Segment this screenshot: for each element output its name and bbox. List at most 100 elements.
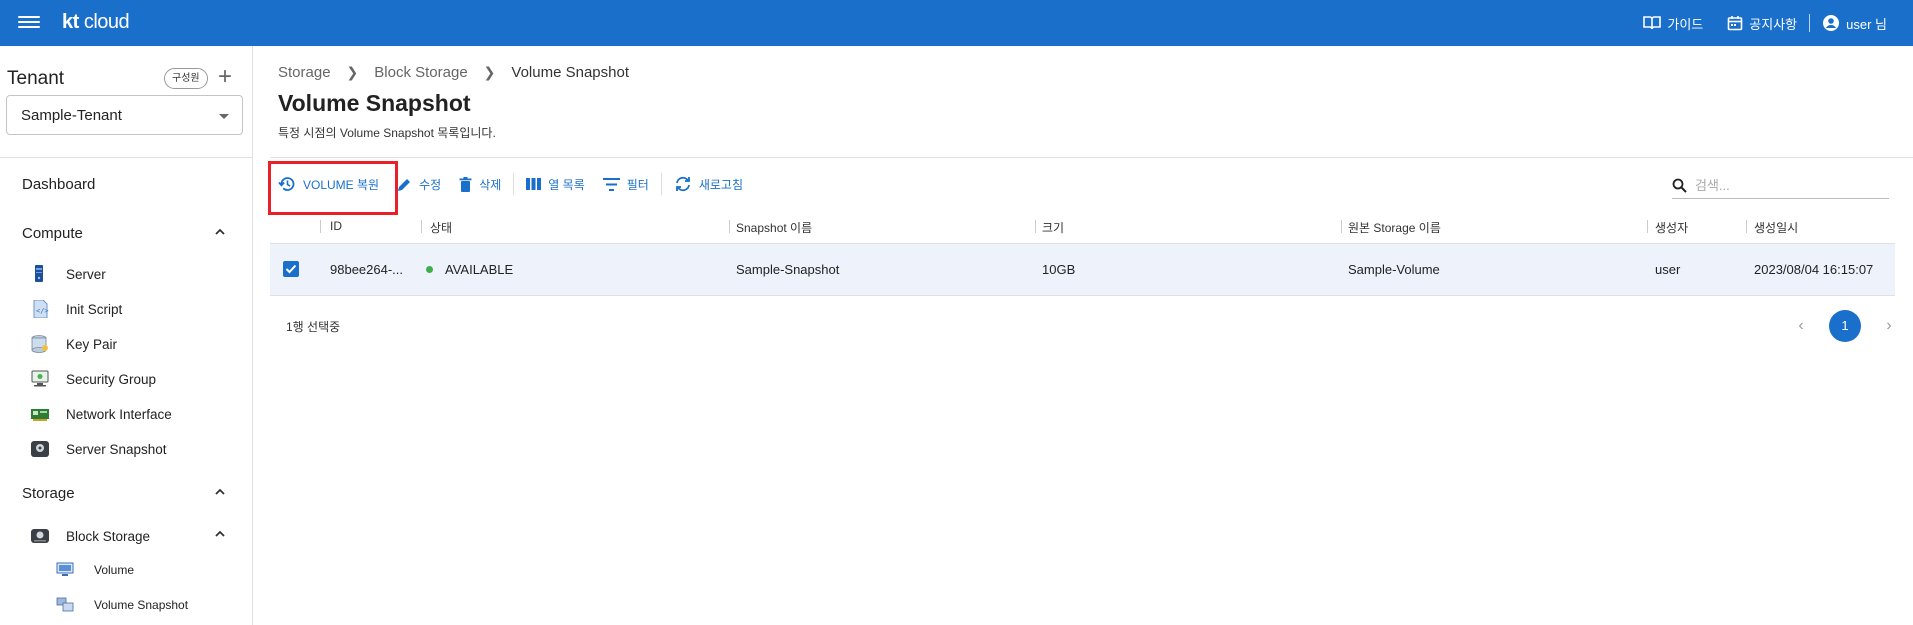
column-header-status[interactable]: 상태 [430,219,452,236]
add-tenant-icon[interactable]: + [218,64,232,90]
search-input[interactable] [1695,177,1875,193]
breadcrumb-storage[interactable]: Storage [278,64,331,81]
next-page-icon[interactable]: › [1883,317,1895,335]
table-row[interactable]: 98bee264-... AVAILABLE Sample-Snapshot 1… [270,244,1895,296]
breadcrumb-block-storage[interactable]: Block Storage [374,64,467,81]
delete-button[interactable]: 삭제 [459,176,501,193]
sidebar-item-label: Init Script [66,301,123,317]
sidebar-item-server-snapshot[interactable]: Server Snapshot [30,440,167,458]
user-menu[interactable]: user 님 [1810,14,1899,33]
filter-label: 필터 [626,177,649,192]
block-storage-icon [31,529,49,543]
sidebar-item-security-group[interactable]: Security Group [30,370,156,388]
sidebar-item-label: Volume Snapshot [94,597,189,612]
guide-link[interactable]: 가이드 [1631,14,1715,33]
calendar-icon [1727,16,1743,31]
column-header-id[interactable]: ID [330,219,342,233]
notice-link[interactable]: 공지사항 [1715,14,1809,33]
selection-count: 1행 선택중 [286,320,341,334]
volume-snapshot-icon [56,597,74,612]
sidebar-item-key-pair[interactable]: Key Pair [30,335,117,353]
edit-label: 수정 [419,177,442,192]
filter-button[interactable]: 필터 [602,176,649,193]
content-divider [270,157,1913,158]
sidebar-section-compute[interactable]: Compute [22,225,83,242]
sidebar-item-dashboard[interactable]: Dashboard [22,176,95,193]
columns-label: 열 목록 [548,177,585,192]
prev-page-icon[interactable]: ‹ [1795,317,1807,335]
sidebar-item-block-storage[interactable]: Block Storage [30,527,150,545]
column-separator [729,220,730,233]
key-pair-icon [31,335,48,353]
restore-history-icon [278,177,295,191]
sidebar-item-volume-snapshot[interactable]: Volume Snapshot [56,597,188,612]
main-content: Storage ❯ Block Storage ❯ Volume Snapsho… [254,46,1913,625]
refresh-label: 새로고침 [698,177,744,192]
top-nav: 가이드 공지사항 user 님 [1631,0,1899,46]
logo-cloud-text: cloud [83,11,130,33]
row-checkbox[interactable] [283,261,299,277]
status-text: AVAILABLE [445,262,514,277]
network-interface-icon [31,409,49,421]
delete-label: 삭제 [479,177,502,192]
member-button[interactable]: 구성원 [164,68,208,89]
breadcrumb: Storage ❯ Block Storage ❯ Volume Snapsho… [278,64,629,81]
sidebar-item-label: Server [66,266,106,282]
volume-restore-button[interactable]: VOLUME 복원 [278,175,379,193]
sidebar-item-server[interactable]: Server [30,265,106,283]
top-bar: kt cloud 가이드 공지사항 user 님 [0,0,1913,46]
volume-icon [56,562,74,576]
cell-creator: user [1655,262,1681,277]
search-box [1672,172,1889,199]
sidebar-item-label: Key Pair [66,336,118,352]
volume-restore-label: VOLUME 복원 [303,177,380,192]
tenant-selected-value: Sample-Tenant [21,107,122,124]
page-number-button[interactable]: 1 [1829,310,1861,342]
column-separator [320,220,321,233]
sidebar-item-label: Server Snapshot [66,441,167,457]
column-header-created-at[interactable]: 생성일시 [1754,219,1798,236]
trash-icon [459,176,472,192]
filter-icon [602,177,620,191]
sidebar-item-network-interface[interactable]: Network Interface [30,405,172,423]
column-header-snapshot-name[interactable]: Snapshot 이름 [736,219,812,236]
server-icon [35,265,43,282]
cell-snapshot-name: Sample-Snapshot [736,262,840,277]
chevron-up-icon[interactable] [214,528,226,540]
refresh-button[interactable]: 새로고침 [674,176,743,193]
init-script-icon: </> [33,300,49,318]
security-group-icon [31,370,49,387]
sidebar-item-label: Volume [94,562,135,577]
hamburger-menu-icon[interactable] [18,13,40,33]
sidebar: Tenant 구성원 + Sample-Tenant Dashboard Com… [0,46,253,625]
chevron-right-icon: ❯ [483,64,496,80]
tenant-select[interactable]: Sample-Tenant [6,95,243,135]
column-header-creator[interactable]: 생성자 [1655,219,1688,236]
guide-label: 가이드 [1667,16,1704,32]
sidebar-section-storage[interactable]: Storage [22,485,75,502]
chevron-up-icon[interactable] [214,486,226,498]
sidebar-item-volume[interactable]: Volume [56,562,134,577]
sidebar-item-init-script[interactable]: </> Init Script [30,300,122,318]
toolbar: VOLUME 복원 수정 삭제 열 목록 필터 새로고침 [278,173,761,195]
pencil-icon [398,177,412,191]
account-circle-icon [1823,15,1840,31]
column-header-source-storage[interactable]: 원본 Storage 이름 [1348,219,1441,236]
dropdown-caret-icon [219,114,229,119]
notice-label: 공지사항 [1749,16,1798,32]
edit-button[interactable]: 수정 [397,176,441,193]
logo-kt-text: kt [62,11,79,33]
kt-cloud-logo[interactable]: kt cloud [62,11,130,34]
page-title: Volume Snapshot [278,90,471,116]
snapshot-table: ID 상태 Snapshot 이름 크기 원본 Storage 이름 생성자 생… [270,208,1895,296]
chevron-up-icon[interactable] [214,226,226,238]
cell-status: AVAILABLE [426,262,513,277]
column-separator [1647,220,1648,233]
column-separator [1341,220,1342,233]
column-header-size[interactable]: 크기 [1042,219,1064,236]
refresh-icon [675,176,690,192]
columns-button[interactable]: 열 목록 [526,176,585,193]
cell-created-at: 2023/08/04 16:15:07 [1754,262,1874,277]
cell-id: 98bee264-... [330,262,404,277]
svg-text:</>: </> [36,307,49,315]
